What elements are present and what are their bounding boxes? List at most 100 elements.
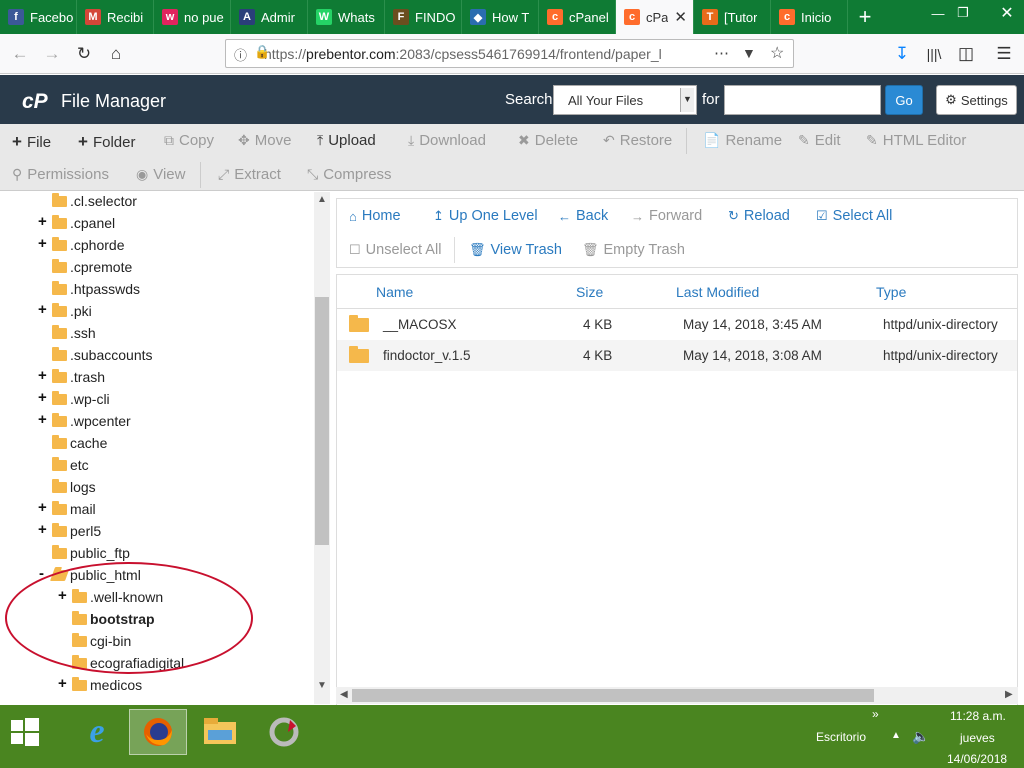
tree-item[interactable]: + .cphorde [38,234,124,256]
tree-item[interactable]: .ssh [38,322,96,344]
reload-icon[interactable]: ↻ [70,40,98,68]
browser-tab[interactable]: c Inicio [771,0,848,34]
library-icon[interactable]: |||\ [920,40,948,68]
new-file-button[interactable]: + File [12,132,51,152]
expand-icon[interactable]: + [38,213,50,230]
tree-item[interactable]: cache [38,432,107,454]
unselect-all-button[interactable]: ☐ Unselect All [349,242,441,258]
expand-icon[interactable]: + [38,499,50,516]
firefox-icon[interactable] [129,709,187,755]
tree-item[interactable]: + .wpcenter [38,410,131,432]
delete-button[interactable]: ✖ Delete [518,132,578,149]
tree-item[interactable]: + perl5 [38,520,101,542]
tree-item[interactable]: .htpasswds [38,278,140,300]
expand-icon[interactable]: + [38,411,50,428]
table-row[interactable]: __MACOSX 4 KB May 14, 2018, 3:45 AM httpd/u… [337,309,1017,340]
tree-item[interactable]: etc [38,454,89,476]
browser-tab[interactable]: A Admir [231,0,308,34]
tree-item[interactable]: .subaccounts [38,344,153,366]
column-header-type[interactable]: Type [876,284,906,300]
scroll-left-icon[interactable]: ◀ [340,689,348,700]
browser-tab[interactable]: c cPa ✕ [616,0,694,34]
home-icon[interactable]: ⌂ [102,40,130,68]
browser-tab[interactable]: w no pue [154,0,231,34]
tree-item[interactable]: + mail [38,498,96,520]
new-tab-icon[interactable]: + [848,0,882,34]
browser-tab[interactable]: W Whats [308,0,385,34]
browser-tab[interactable]: f Facebo [0,0,77,34]
sidebar-icon[interactable]: ◫ [952,40,980,68]
more-actions-icon[interactable]: ⋯ [714,44,729,62]
ccleaner-icon[interactable] [255,709,313,755]
scroll-right-icon[interactable]: ▶ [1005,689,1013,700]
search-input[interactable] [724,85,881,115]
bookmark-star-icon[interactable]: ☆ [770,43,784,63]
windows-start-icon[interactable] [0,709,50,755]
cpanel-logo[interactable]: cP [22,90,48,114]
up-one-level-button[interactable]: ↥ Up One Level [433,208,538,224]
forward-arrow-icon[interactable]: → [38,40,66,68]
clock-day[interactable]: jueves [960,731,995,745]
info-icon[interactable]: ⓘ [234,45,247,64]
tree-item[interactable]: + .pki [38,300,92,322]
view-button[interactable]: ◉ View [136,166,185,183]
clock-date[interactable]: 14/06/2018 [947,752,1007,766]
tree-scroll-thumb[interactable] [315,297,329,545]
rename-button[interactable]: 📄 Rename [703,132,782,149]
tree-item[interactable]: + .cpanel [38,212,115,234]
internet-explorer-icon[interactable]: e [68,709,126,755]
download-icon[interactable]: ↧ [888,40,916,68]
tray-up-arrow-icon[interactable]: ▲ [891,730,901,741]
menu-icon[interactable]: ☰ [990,40,1018,68]
expand-icon[interactable]: + [58,675,70,692]
clock-time[interactable]: 11:28 a.m. [950,709,1006,723]
url-bar[interactable]: ⓘ 🔒 https://prebentor.com:2083/cpsess546… [225,39,794,68]
file-explorer-icon[interactable] [191,709,249,755]
expand-icon[interactable]: + [38,521,50,538]
html-editor-button[interactable]: ✎ HTML Editor [866,132,966,149]
back-button[interactable]: ← Back [558,208,608,224]
copy-button[interactable]: ⧉ Copy [164,132,214,149]
restore-button[interactable]: ↶ Restore [603,132,672,149]
browser-tab[interactable]: c cPanel [539,0,616,34]
scroll-up-icon[interactable]: ▲ [317,194,327,205]
expand-icon[interactable]: + [38,301,50,318]
tree-item[interactable]: + .wp-cli [38,388,110,410]
edit-button[interactable]: ✎ Edit [798,132,841,149]
extract-button[interactable]: ⤢ Extract [218,166,281,183]
pocket-icon[interactable]: ▼ [742,45,756,61]
home-button[interactable]: ⌂ Home [349,208,401,224]
download-button[interactable]: ⤓ Download [408,132,486,149]
new-folder-button[interactable]: + Folder [78,132,135,152]
tree-item[interactable]: + .trash [38,366,105,388]
tree-item[interactable]: logs [38,476,96,498]
horizontal-scroll-thumb[interactable] [352,689,874,702]
close-tab-icon[interactable]: ✕ [674,8,687,26]
go-button[interactable]: Go [885,85,923,115]
permissions-button[interactable]: ⚲ Permissions [12,166,109,183]
tree-item[interactable]: .cl.selector [38,192,137,212]
select-all-button[interactable]: ☑ Select All [816,208,892,224]
show-hidden-icons[interactable]: » [872,707,879,721]
expand-icon[interactable]: + [38,389,50,406]
settings-button[interactable]: ⚙ Settings [936,85,1017,115]
tree-item[interactable]: + medicos [58,674,142,696]
expand-icon[interactable]: + [38,367,50,384]
close-window-icon[interactable]: ✕ [990,0,1024,26]
column-header-name[interactable]: Name [376,284,413,300]
table-row[interactable]: findoctor_v.1.5 4 KB May 14, 2018, 3:08 AM… [337,340,1017,371]
move-button[interactable]: ✥ Move [238,132,291,149]
view-trash-button[interactable]: 🗑 View Trash [469,242,562,258]
tree-item[interactable]: public_ftp [38,542,130,564]
taskbar-language[interactable]: Escritorio [816,730,866,744]
maximize-icon[interactable]: ❐ [946,0,980,26]
empty-trash-button[interactable]: 🗑 Empty Trash [582,242,685,258]
reload-button[interactable]: ↻ Reload [728,208,790,224]
browser-tab[interactable]: ◆ How T [462,0,539,34]
column-header-size[interactable]: Size [576,284,603,300]
forward-button[interactable]: → Forward [631,208,702,224]
browser-tab[interactable]: F FINDO [385,0,462,34]
expand-icon[interactable]: + [38,235,50,252]
speaker-icon[interactable]: 🔈 [912,728,929,745]
back-arrow-icon[interactable]: ← [6,40,34,68]
